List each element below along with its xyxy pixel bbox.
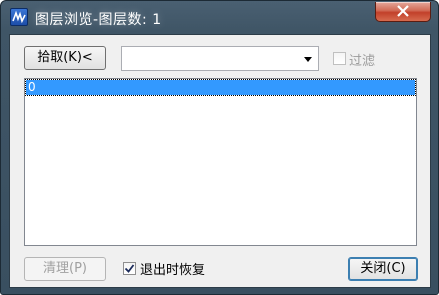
- window-title: 图层浏览-图层数: 1: [35, 12, 162, 28]
- pick-button[interactable]: 拾取(K)<: [24, 46, 106, 70]
- restore-on-exit-label: 退出时恢复: [140, 263, 206, 278]
- title-bar[interactable]: 图层浏览-图层数: 1: [1, 1, 438, 33]
- dialog-body: 拾取(K)< 过滤 0 清理(P) 退出时恢复 关闭(C): [9, 34, 431, 288]
- layer-list[interactable]: 0: [24, 78, 417, 246]
- filter-label: 过滤: [349, 54, 376, 69]
- filter-checkbox[interactable]: [333, 52, 346, 65]
- close-button[interactable]: 关闭(C): [348, 257, 418, 281]
- list-item[interactable]: 0: [25, 79, 416, 96]
- app-icon: [10, 8, 28, 26]
- layer-combo[interactable]: [121, 46, 319, 71]
- checkmark-icon: [124, 264, 135, 273]
- window-close-button[interactable]: [375, 2, 431, 22]
- chevron-down-icon: [304, 57, 312, 62]
- list-item-label: 0: [28, 80, 36, 94]
- close-icon: [397, 5, 409, 17]
- layer-browser-window: 图层浏览-图层数: 1 拾取(K)< 过滤 0 清理(P) 退出时恢复 关闭(C…: [0, 0, 439, 295]
- restore-on-exit-checkbox[interactable]: [123, 262, 136, 275]
- clean-button[interactable]: 清理(P): [24, 257, 106, 281]
